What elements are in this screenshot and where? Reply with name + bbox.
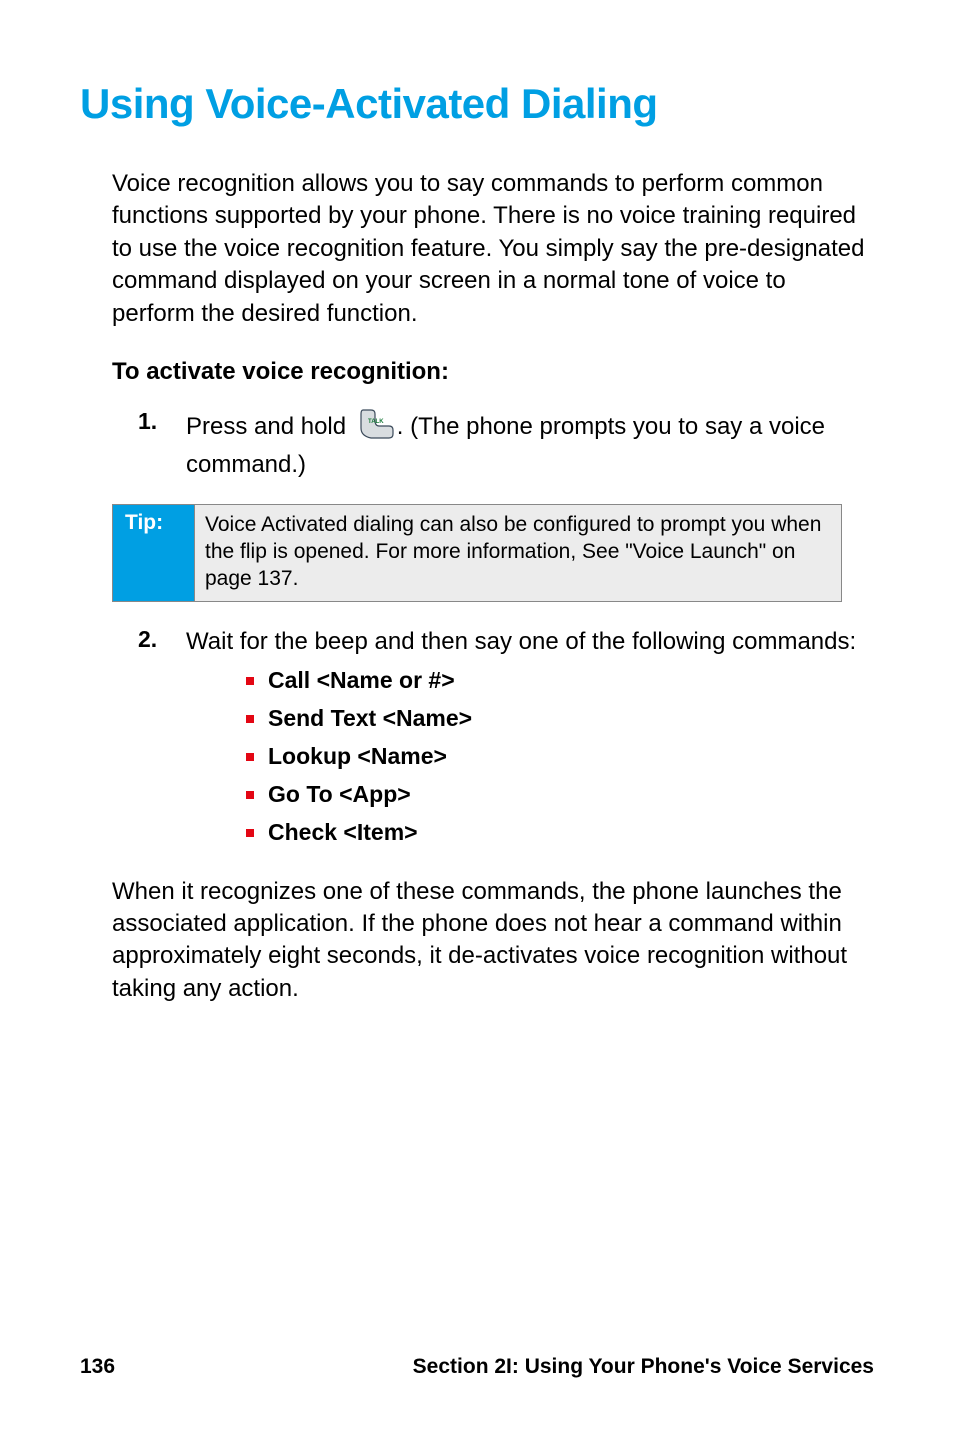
tip-box: Tip: Voice Activated dialing can also be… bbox=[112, 504, 842, 602]
step-1-number: 1. bbox=[138, 408, 186, 482]
section-label: Section 2I: Using Your Phone's Voice Ser… bbox=[413, 1355, 874, 1379]
command-item: Check <Item> bbox=[246, 814, 856, 852]
step-2-number: 2. bbox=[138, 626, 186, 852]
page-number: 136 bbox=[80, 1355, 115, 1379]
closing-paragraph: When it recognizes one of these commands… bbox=[112, 876, 874, 1006]
activate-subhead: To activate voice recognition: bbox=[112, 358, 874, 386]
command-item: Call <Name or #> bbox=[246, 662, 856, 700]
command-item: Send Text <Name> bbox=[246, 700, 856, 738]
tip-label: Tip: bbox=[113, 505, 195, 601]
intro-paragraph: Voice recognition allows you to say comm… bbox=[112, 168, 874, 330]
step-1-text-before: Press and hold bbox=[186, 413, 353, 440]
step-1-body: Press and hold TALK . (The phone prompts… bbox=[186, 408, 874, 482]
page-title: Using Voice-Activated Dialing bbox=[80, 80, 874, 128]
page-footer: 136 Section 2I: Using Your Phone's Voice… bbox=[80, 1355, 874, 1379]
command-item: Lookup <Name> bbox=[246, 738, 856, 776]
step-2-text: Wait for the beep and then say one of th… bbox=[186, 628, 856, 655]
step-1: 1. Press and hold TALK . (The phone prom… bbox=[138, 408, 874, 482]
talk-key-icon: TALK bbox=[355, 408, 395, 449]
command-list: Call <Name or #> Send Text <Name> Lookup… bbox=[246, 662, 856, 852]
tip-text: Voice Activated dialing can also be conf… bbox=[195, 505, 841, 601]
step-2: 2. Wait for the beep and then say one of… bbox=[138, 626, 874, 852]
step-2-body: Wait for the beep and then say one of th… bbox=[186, 626, 856, 852]
svg-text:TALK: TALK bbox=[368, 419, 384, 425]
command-item: Go To <App> bbox=[246, 776, 856, 814]
